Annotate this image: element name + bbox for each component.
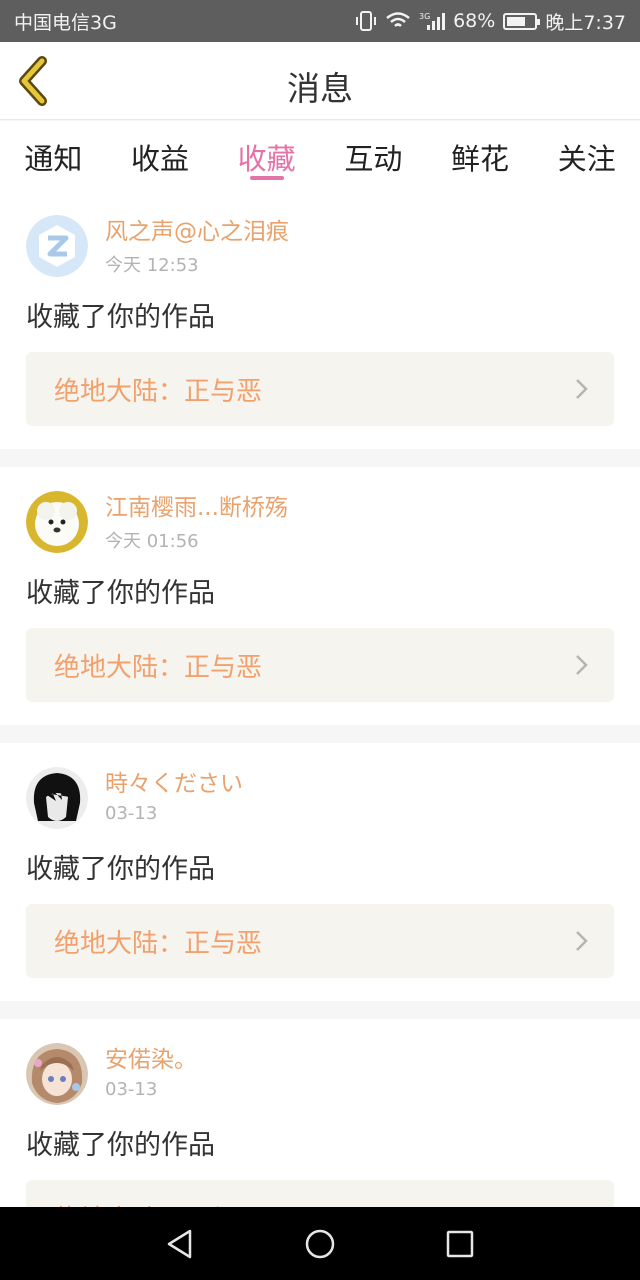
tab-earnings[interactable]: 收益 xyxy=(107,121,214,191)
dark-hair-avatar xyxy=(26,767,88,829)
username[interactable]: 风之声@心之泪痕 xyxy=(105,215,289,249)
nav-recents-button[interactable] xyxy=(440,1224,480,1264)
status-bar: 中国电信3G 3G 68% 晚上7:37 xyxy=(0,0,640,42)
status-icons: 3G 68% 晚上7:37 xyxy=(355,8,626,35)
nav-back-button[interactable] xyxy=(160,1224,200,1264)
timestamp: 03-13 xyxy=(105,803,158,824)
chevron-right-icon xyxy=(576,655,588,675)
avatar[interactable] xyxy=(26,491,88,553)
wifi-icon xyxy=(386,12,410,27)
timestamp: 03-13 xyxy=(105,1079,158,1100)
work-title: 绝地大陆：正与恶 xyxy=(54,376,263,407)
recents-square-icon xyxy=(446,1230,474,1257)
message-list: 风之声@心之泪痕 今天 12:53 收藏了你的作品 绝地大陆：正与恶 江南樱雨.… xyxy=(0,191,640,1207)
anime-girl-avatar xyxy=(26,1043,88,1105)
battery-icon xyxy=(503,12,541,30)
tab-favorites[interactable]: 收藏 xyxy=(213,121,320,191)
message-card: 安偌染。 03-13 收藏了你的作品 绝地大陆：正与恶 xyxy=(0,1019,640,1207)
message-card: 风之声@心之泪痕 今天 12:53 收藏了你的作品 绝地大陆：正与恶 xyxy=(0,191,640,449)
work-title: 绝地大陆：正与恶 xyxy=(54,1199,574,1208)
username[interactable]: 江南樱雨...断桥殇 xyxy=(105,491,288,525)
clock: 晚上7:37 xyxy=(545,11,626,34)
work-title: 绝地大陆：正与恶 xyxy=(54,928,263,959)
system-nav-bar xyxy=(0,1207,640,1280)
carrier-label: 中国电信3G xyxy=(14,11,117,34)
timestamp: 今天 12:53 xyxy=(105,255,199,276)
avatar[interactable] xyxy=(26,1043,88,1105)
tab-interactions[interactable]: 互动 xyxy=(320,121,427,191)
message-card: 江南樱雨...断桥殇 今天 01:56 收藏了你的作品 绝地大陆：正与恶 xyxy=(0,467,640,725)
username[interactable]: 時々ください xyxy=(105,767,243,801)
default-z-avatar xyxy=(26,215,88,277)
message-card: 時々ください 03-13 收藏了你的作品 绝地大陆：正与恶 xyxy=(0,743,640,1001)
timestamp: 今天 01:56 xyxy=(105,531,199,552)
avatar[interactable] xyxy=(26,767,88,829)
work-link[interactable]: 绝地大陆：正与恶 xyxy=(26,628,614,702)
avatar[interactable] xyxy=(26,215,88,277)
username[interactable]: 安偌染。 xyxy=(105,1043,197,1077)
back-triangle-icon xyxy=(167,1229,192,1258)
chevron-right-icon xyxy=(576,379,588,399)
work-link[interactable]: 绝地大陆：正与恶 xyxy=(26,904,614,978)
vibrate-icon xyxy=(356,11,377,31)
work-title: 绝地大陆：正与恶 xyxy=(54,652,263,683)
signal-icon: 3G xyxy=(419,12,446,30)
tab-flowers[interactable]: 鲜花 xyxy=(427,121,534,191)
network-type-label: 3G xyxy=(419,12,430,21)
chevron-right-icon xyxy=(576,931,588,951)
battery-percent: 68% xyxy=(453,10,496,32)
work-link[interactable]: 绝地大陆：正与恶 xyxy=(26,352,614,426)
action-text: 收藏了你的作品 xyxy=(26,302,215,333)
nav-home-button[interactable] xyxy=(300,1224,340,1264)
action-text: 收藏了你的作品 xyxy=(26,1130,215,1161)
white-dog-avatar xyxy=(26,491,88,553)
tab-following[interactable]: 关注 xyxy=(533,121,640,191)
action-text: 收藏了你的作品 xyxy=(26,578,215,609)
work-link[interactable]: 绝地大陆：正与恶 xyxy=(26,1180,614,1207)
tab-bar: 通知 收益 收藏 互动 鲜花 关注 xyxy=(0,121,640,191)
page-title: 消息 xyxy=(287,69,353,108)
action-text: 收藏了你的作品 xyxy=(26,854,215,885)
app-header: 消息 xyxy=(0,42,640,120)
home-circle-icon xyxy=(305,1229,335,1258)
tab-notifications[interactable]: 通知 xyxy=(0,121,107,191)
